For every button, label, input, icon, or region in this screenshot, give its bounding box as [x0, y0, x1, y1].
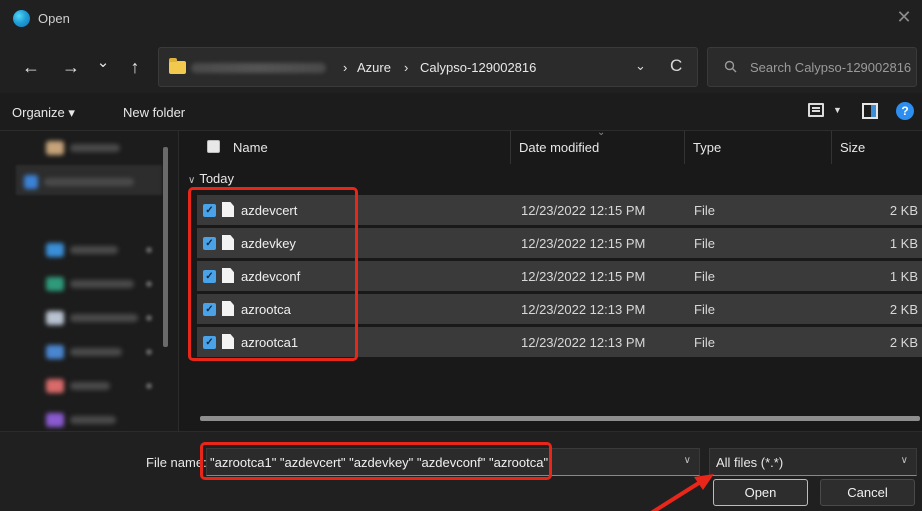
column-header-type[interactable]: Type [693, 140, 721, 155]
address-bar[interactable]: › Azure › Calypso-129002816 ⌄ [158, 47, 698, 87]
home-icon [46, 141, 64, 155]
file-date: 12/23/2022 12:13 PM [521, 335, 646, 350]
file-type: File [694, 302, 715, 317]
sidebar-item-label [70, 144, 120, 152]
file-name-label: File name: [146, 455, 207, 470]
sidebar-item-label [70, 382, 110, 390]
sidebar-item-pictures[interactable] [46, 345, 122, 359]
select-all-checkbox[interactable] [207, 140, 220, 153]
file-type: File [694, 236, 715, 251]
file-size: 1 KB [889, 236, 918, 251]
column-divider[interactable] [510, 131, 511, 164]
sort-indicator-icon: ⌄ [597, 127, 606, 138]
highlight-box-file-name [200, 442, 552, 480]
navigation-pane [0, 131, 178, 431]
navigation-bar: ← → ⌄ ↑ › Azure › Calypso-129002816 ⌄ C … [0, 38, 922, 93]
folder-icon [169, 58, 186, 74]
file-date: 12/23/2022 12:15 PM [521, 269, 646, 284]
file-size: 1 KB [889, 269, 918, 284]
pin-icon [146, 315, 152, 321]
file-date: 12/23/2022 12:15 PM [521, 236, 646, 251]
preview-pane-icon[interactable] [862, 103, 878, 119]
music-icon [46, 379, 64, 393]
annotation-arrow-icon [650, 474, 714, 511]
sidebar-item-label [44, 178, 134, 186]
file-date: 12/23/2022 12:13 PM [521, 302, 646, 317]
address-dropdown-chevron-icon[interactable]: ⌄ [635, 58, 646, 74]
sidebar-item-home[interactable] [46, 141, 120, 155]
sidebar-item-onedrive[interactable] [24, 175, 134, 189]
document-icon [46, 311, 64, 325]
sidebar-item-label [70, 280, 134, 288]
sidebar-item-label [70, 348, 122, 356]
file-type-select[interactable]: All files (*.*) ∨ [709, 448, 917, 476]
close-icon[interactable]: ✕ [894, 8, 914, 28]
new-folder-button[interactable]: New folder [123, 105, 185, 120]
title-bar: Open ✕ [0, 0, 922, 38]
file-type: File [694, 203, 715, 218]
picture-icon [46, 345, 64, 359]
sidebar-item-label [70, 314, 138, 322]
file-size: 2 KB [889, 335, 918, 350]
cloud-icon [24, 175, 38, 189]
pin-icon [146, 349, 152, 355]
download-icon [46, 277, 64, 291]
command-bar: Organize ▾ New folder ▼ ? [0, 93, 922, 131]
blurred-path-segment [191, 63, 326, 73]
highlight-box-files [188, 187, 358, 361]
sidebar-item-documents[interactable] [46, 311, 138, 325]
horizontal-scrollbar[interactable] [200, 416, 920, 421]
breadcrumb-calypso[interactable]: Calypso-129002816 [420, 60, 536, 75]
file-type: File [694, 269, 715, 284]
file-size: 2 KB [889, 302, 918, 317]
column-header-date-modified[interactable]: Date modified [519, 140, 599, 155]
breadcrumb-separator-icon: › [343, 60, 348, 75]
sidebar-item-videos[interactable] [46, 413, 116, 427]
refresh-icon[interactable]: C [670, 56, 682, 76]
sidebar-item-music[interactable] [46, 379, 110, 393]
sidebar-item-label [70, 416, 116, 424]
breadcrumb-azure[interactable]: Azure [357, 60, 391, 75]
recent-locations-chevron-icon[interactable]: ⌄ [92, 52, 114, 74]
group-header-today[interactable]: ∨ Today [188, 171, 234, 186]
video-icon [46, 413, 64, 427]
pin-icon [146, 247, 152, 253]
sidebar-item-desktop[interactable] [46, 243, 118, 257]
cancel-button[interactable]: Cancel [820, 479, 915, 506]
sidebar-item-label [70, 246, 118, 254]
chevron-down-icon: ∨ [900, 455, 908, 466]
search-placeholder: Search Calypso-129002816 [750, 60, 912, 75]
column-header-name[interactable]: Name [233, 140, 268, 155]
sidebar-scrollbar[interactable] [163, 147, 168, 347]
breadcrumb-separator-icon: › [404, 60, 409, 75]
window-title: Open [38, 11, 70, 26]
search-box[interactable]: Search Calypso-129002816 [707, 47, 917, 87]
file-size: 2 KB [889, 203, 918, 218]
file-date: 12/23/2022 12:15 PM [521, 203, 646, 218]
column-header-row: Name ⌄ Date modified Type Size [179, 127, 922, 164]
collapse-chevron-icon: ∨ [188, 175, 196, 186]
group-label: Today [199, 171, 235, 186]
column-header-size[interactable]: Size [840, 140, 865, 155]
search-icon [724, 60, 737, 76]
help-icon[interactable]: ? [896, 102, 914, 120]
view-options-icon[interactable] [808, 103, 824, 117]
sidebar-item-downloads[interactable] [46, 277, 134, 291]
column-divider[interactable] [684, 131, 685, 164]
view-dropdown-icon[interactable]: ▼ [833, 105, 842, 115]
back-arrow-icon[interactable]: ← [20, 56, 42, 78]
edge-app-icon [13, 10, 30, 27]
dialog-footer: File name: "azrootca1" "azdevcert" "azde… [0, 431, 922, 511]
organize-menu[interactable]: Organize ▾ [12, 105, 75, 121]
pin-icon [146, 383, 152, 389]
file-list: Name ⌄ Date modified Type Size ∨ Today ✓ … [179, 127, 922, 431]
column-divider[interactable] [831, 131, 832, 164]
file-type: File [694, 335, 715, 350]
pin-icon [146, 281, 152, 287]
forward-arrow-icon[interactable]: → [60, 56, 82, 78]
desktop-icon [46, 243, 64, 257]
up-arrow-icon[interactable]: ↑ [124, 56, 146, 78]
